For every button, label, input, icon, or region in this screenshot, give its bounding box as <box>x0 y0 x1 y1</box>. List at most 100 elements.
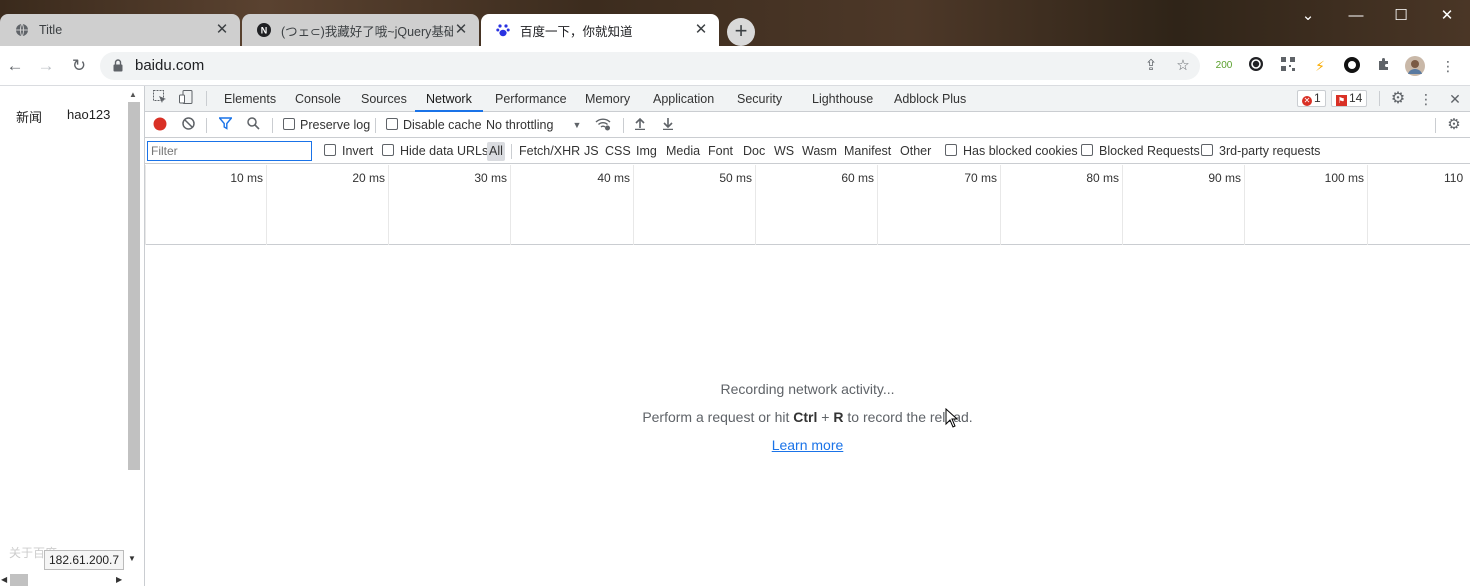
clear-icon[interactable] <box>180 117 196 133</box>
minimize-button[interactable]: — <box>1346 6 1366 26</box>
learn-more-link[interactable]: Learn more <box>772 437 844 453</box>
third-party-requests-checkbox[interactable] <box>1201 144 1213 156</box>
browser-tab-baidu[interactable]: 百度一下，你就知道 ✕ <box>481 14 719 46</box>
scroll-up-icon[interactable]: ▲ <box>129 90 137 99</box>
disable-cache-checkbox[interactable] <box>386 118 398 130</box>
timeline-tick-label: 10 ms <box>230 171 263 185</box>
throttling-select[interactable]: No throttling <box>486 118 553 132</box>
filter-type-font[interactable]: Font <box>706 142 735 161</box>
timeline-gridline <box>1244 165 1245 245</box>
close-window-button[interactable]: ✕ <box>1437 6 1457 26</box>
tab-adblock-plus[interactable]: Adblock Plus <box>894 86 966 112</box>
invert-checkbox[interactable] <box>324 144 336 156</box>
issues-badge[interactable]: ⚑ 14 <box>1331 90 1368 107</box>
filter-type-manifest[interactable]: Manifest <box>842 142 893 161</box>
timeline-tick-label: 30 ms <box>474 171 507 185</box>
import-har-icon[interactable] <box>632 117 648 133</box>
scroll-down-icon[interactable]: ▼ <box>128 554 136 563</box>
error-icon: ✕ <box>1302 96 1312 106</box>
news-link[interactable]: 新闻 <box>16 107 42 126</box>
browser-tab-title[interactable]: Title ✕ <box>0 14 240 46</box>
browser-tab-jquery[interactable]: N (つェ⊂)我藏好了哦~jQuery基础 ✕ <box>242 14 479 46</box>
blocked-requests-checkbox[interactable] <box>1081 144 1093 156</box>
tab-memory[interactable]: Memory <box>585 86 630 112</box>
n-logo-icon: N <box>256 22 272 38</box>
filter-icon[interactable] <box>217 117 233 133</box>
vertical-scrollbar[interactable] <box>128 102 140 470</box>
tab-elements[interactable]: Elements <box>224 86 276 112</box>
filter-type-doc[interactable]: Doc <box>741 142 767 161</box>
timeline-tick-label: 60 ms <box>841 171 874 185</box>
filter-input[interactable] <box>147 141 312 161</box>
browser-menu-icon[interactable]: ⋮ <box>1438 56 1458 76</box>
network-toolbar: Preserve log Disable cache No throttling… <box>145 113 1470 138</box>
horizontal-scrollbar[interactable] <box>10 574 28 586</box>
close-icon[interactable]: ✕ <box>214 22 230 38</box>
filter-type-css[interactable]: CSS <box>603 142 633 161</box>
reload-icon[interactable]: ↻ <box>69 56 89 76</box>
filter-type-all[interactable]: All <box>487 142 505 161</box>
filter-type-js[interactable]: JS <box>582 142 601 161</box>
filter-type-fetch-xhr[interactable]: Fetch/XHR <box>517 142 582 161</box>
qr-code-icon[interactable] <box>1278 56 1298 76</box>
network-overview-timeline[interactable]: 10 ms 20 ms 30 ms 40 ms 50 ms 60 ms 70 m… <box>145 165 1470 245</box>
hide-data-urls-checkbox[interactable] <box>382 144 394 156</box>
new-tab-button[interactable]: + <box>727 18 755 46</box>
forward-icon[interactable]: → <box>36 56 56 76</box>
separator <box>1435 118 1436 133</box>
lightning-icon[interactable]: ⚡ <box>1310 56 1330 76</box>
separator <box>623 118 624 133</box>
filter-type-other[interactable]: Other <box>898 142 933 161</box>
hao123-link[interactable]: hao123 <box>67 107 110 122</box>
hint-key-r: R <box>833 409 844 425</box>
close-icon[interactable]: ✕ <box>453 22 469 38</box>
profile-avatar[interactable] <box>1405 56 1425 76</box>
extension-circle-icon[interactable] <box>1342 56 1362 76</box>
tab-performance[interactable]: Performance <box>495 86 567 112</box>
has-blocked-cookies-checkbox[interactable] <box>945 144 957 156</box>
network-conditions-icon[interactable] <box>595 117 611 133</box>
extension-200-icon[interactable]: 200 <box>1212 56 1236 76</box>
tab-lighthouse[interactable]: Lighthouse <box>812 86 873 112</box>
tab-console[interactable]: Console <box>295 86 341 112</box>
close-devtools-icon[interactable]: ✕ <box>1446 90 1464 108</box>
tab-application[interactable]: Application <box>653 86 714 112</box>
scroll-left-icon[interactable]: ◀ <box>1 575 7 584</box>
extension-ring-icon[interactable] <box>1246 56 1266 76</box>
preserve-log-checkbox[interactable] <box>283 118 295 130</box>
timeline-gridline <box>388 165 389 245</box>
issue-count: 14 <box>1349 91 1363 105</box>
search-icon[interactable] <box>245 117 261 133</box>
maximize-button[interactable]: ☐ <box>1391 6 1411 26</box>
separator <box>1379 91 1380 106</box>
share-icon[interactable]: ⇪ <box>1142 57 1160 75</box>
more-options-icon[interactable]: ⋮ <box>1417 90 1435 108</box>
learn-more-row: Learn more <box>145 437 1470 453</box>
export-har-icon[interactable] <box>660 117 676 133</box>
chevron-down-icon[interactable]: ▼ <box>569 117 585 133</box>
timeline-tick-label: 40 ms <box>597 171 630 185</box>
tab-network[interactable]: Network <box>415 86 483 112</box>
extensions-puzzle-icon[interactable] <box>1374 56 1394 76</box>
invert-label: Invert <box>342 144 374 158</box>
lock-icon[interactable] <box>113 59 123 75</box>
filter-type-wasm[interactable]: Wasm <box>800 142 839 161</box>
inspect-element-icon[interactable] <box>151 90 169 108</box>
settings-gear-icon[interactable]: ⚙ <box>1389 90 1407 108</box>
back-icon[interactable]: ← <box>5 56 25 76</box>
tab-sources[interactable]: Sources <box>361 86 407 112</box>
tab-security[interactable]: Security <box>737 86 782 112</box>
tab-title: 百度一下，你就知道 <box>520 24 633 39</box>
record-icon[interactable] <box>152 117 168 133</box>
bookmark-star-icon[interactable]: ☆ <box>1174 57 1192 75</box>
close-icon[interactable]: ✕ <box>693 22 709 38</box>
filter-type-media[interactable]: Media <box>664 142 702 161</box>
device-toolbar-icon[interactable] <box>177 90 195 108</box>
filter-type-img[interactable]: Img <box>634 142 659 161</box>
error-count-badge[interactable]: ✕ 1 <box>1297 90 1326 107</box>
address-bar[interactable]: baidu.com ⇪ ☆ <box>100 52 1200 80</box>
tab-search-icon[interactable]: ⌄ <box>1298 6 1318 26</box>
network-settings-gear-icon[interactable]: ⚙ <box>1446 117 1462 133</box>
scroll-right-icon[interactable]: ▶ <box>116 575 122 584</box>
filter-type-ws[interactable]: WS <box>772 142 796 161</box>
